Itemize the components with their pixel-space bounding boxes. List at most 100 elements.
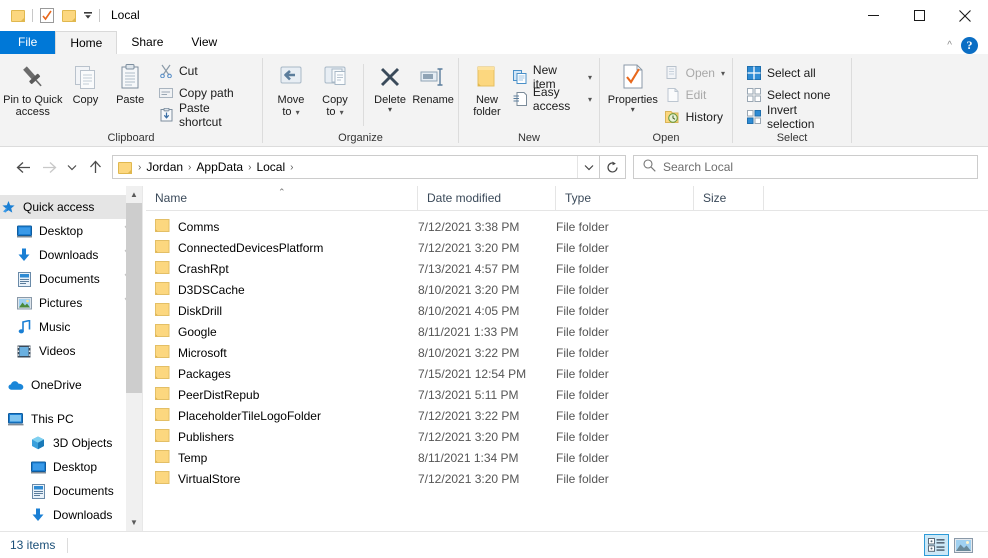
address-dropdown-icon[interactable] xyxy=(577,156,599,178)
folder-icon xyxy=(155,407,170,424)
help-icon[interactable]: ? xyxy=(961,37,978,54)
sidebar-item-music[interactable]: Music xyxy=(0,315,142,339)
close-button[interactable] xyxy=(942,0,988,31)
forward-button[interactable] xyxy=(36,154,62,180)
cell-type: File folder xyxy=(556,471,609,486)
folder-icon xyxy=(155,470,170,487)
recent-locations-button[interactable] xyxy=(62,154,82,180)
open-small-buttons: Open ▾ Edit History xyxy=(660,58,730,128)
table-row[interactable]: Packages 7/15/2021 12:54 PM File folder xyxy=(146,363,988,384)
sidebar-item-videos[interactable]: Videos xyxy=(0,339,142,363)
back-button[interactable] xyxy=(10,154,36,180)
sidebar-item-pictures[interactable]: Pictures xyxy=(0,291,142,315)
column-header-size[interactable]: Size xyxy=(694,186,764,210)
breadcrumb-separator[interactable]: › xyxy=(288,162,295,173)
chevron-down-icon[interactable]: ▾ xyxy=(588,95,592,104)
scroll-down-icon[interactable]: ▼ xyxy=(126,514,142,531)
search-icon xyxy=(643,159,656,175)
column-header-name[interactable]: Name ⌃ xyxy=(146,186,418,210)
rename-button[interactable]: Rename xyxy=(410,58,456,106)
cell-type: File folder xyxy=(556,366,609,381)
large-icons-view-button[interactable] xyxy=(951,534,976,556)
table-row[interactable]: CrashRpt 7/13/2021 4:57 PM File folder xyxy=(146,258,988,279)
new-folder-button[interactable]: New folder xyxy=(467,58,507,118)
table-row[interactable]: Comms 7/12/2021 3:38 PM File folder xyxy=(146,216,988,237)
table-row[interactable]: PlaceholderTileLogoFolder 7/12/2021 3:22 … xyxy=(146,405,988,426)
properties-button[interactable]: Properties ▾ xyxy=(606,58,660,114)
chevron-down-icon[interactable]: ▾ xyxy=(588,73,592,82)
paste-shortcut-button[interactable]: Paste shortcut xyxy=(153,101,260,129)
chevron-down-icon[interactable]: ▾ xyxy=(631,106,635,114)
folder-icon xyxy=(155,323,170,340)
select-all-button[interactable]: Select all xyxy=(741,62,849,84)
collapse-ribbon-icon[interactable]: ^ xyxy=(947,40,952,51)
cut-button[interactable]: Cut xyxy=(153,60,260,82)
tab-file[interactable]: File xyxy=(0,31,56,54)
sidebar-item-onedrive[interactable]: OneDrive xyxy=(0,373,142,397)
breadcrumb-local[interactable]: Local xyxy=(253,156,288,178)
pin-to-quick-access-button[interactable]: Pin to Quick access xyxy=(2,58,64,118)
table-row[interactable]: ConnectedDevicesPlatform 7/12/2021 3:20 P… xyxy=(146,237,988,258)
sidebar-item-desktop-pc[interactable]: Desktop xyxy=(0,455,142,479)
sidebar-item-downloads-pc[interactable]: Downloads xyxy=(0,503,142,527)
sidebar-item-3d-objects[interactable]: 3D Objects xyxy=(0,431,142,455)
move-to-button[interactable]: Move to ▾ xyxy=(269,58,313,119)
cell-type: File folder xyxy=(556,429,609,444)
table-row[interactable]: DiskDrill 8/10/2021 4:05 PM File folder xyxy=(146,300,988,321)
navigation-pane-scrollbar[interactable]: ▲ ▼ xyxy=(126,186,142,531)
breadcrumb-separator[interactable]: › xyxy=(186,162,193,173)
quick-access-toolbar xyxy=(0,0,103,31)
copy-to-button[interactable]: Copy to ▾ xyxy=(313,58,357,119)
copy-button[interactable]: Copy xyxy=(64,58,108,106)
breadcrumb-separator[interactable]: › xyxy=(246,162,253,173)
sidebar-item-quick-access[interactable]: Quick access xyxy=(0,195,142,219)
chevron-down-icon[interactable]: ▾ xyxy=(721,69,725,78)
address-bar[interactable]: › Jordan › AppData › Local › xyxy=(112,155,600,179)
sidebar-item-this-pc[interactable]: This PC xyxy=(0,407,142,431)
sidebar-item-desktop[interactable]: Desktop xyxy=(0,219,142,243)
scrollbar-thumb[interactable] xyxy=(126,203,142,393)
maximize-button[interactable] xyxy=(896,0,942,31)
chevron-down-icon[interactable]: ▾ xyxy=(388,106,392,114)
table-row[interactable]: Temp 8/11/2021 1:34 PM File folder xyxy=(146,447,988,468)
properties-icon[interactable] xyxy=(36,5,58,27)
scroll-up-icon[interactable]: ▲ xyxy=(126,186,142,203)
table-row[interactable]: PeerDistRepub 7/13/2021 5:11 PM File folde… xyxy=(146,384,988,405)
tab-home[interactable]: Home xyxy=(55,31,118,54)
minimize-button[interactable] xyxy=(850,0,896,31)
folder-icon xyxy=(155,218,170,235)
folder-icon[interactable] xyxy=(7,5,29,27)
breadcrumb-appdata[interactable]: AppData xyxy=(193,156,246,178)
music-icon xyxy=(16,319,32,335)
invert-selection-icon xyxy=(746,109,762,125)
sidebar-item-downloads[interactable]: Downloads xyxy=(0,243,142,267)
search-input[interactable]: Search Local xyxy=(663,160,733,174)
file-name-label: Google xyxy=(178,324,217,339)
tab-view[interactable]: View xyxy=(177,31,231,54)
up-button[interactable] xyxy=(82,154,108,180)
open-button[interactable]: Open ▾ xyxy=(660,62,730,84)
title-bar: Local xyxy=(0,0,988,31)
details-view-button[interactable] xyxy=(924,534,949,556)
new-folder-icon[interactable] xyxy=(58,5,80,27)
column-header-type[interactable]: Type xyxy=(556,186,694,210)
table-row[interactable]: Google 8/11/2021 1:33 PM File folder xyxy=(146,321,988,342)
refresh-button[interactable] xyxy=(600,155,626,179)
column-header-date-modified[interactable]: Date modified xyxy=(418,186,556,210)
sidebar-item-documents[interactable]: Documents xyxy=(0,267,142,291)
customize-dropdown-icon[interactable] xyxy=(80,5,96,27)
table-row[interactable]: Publishers 7/12/2021 3:20 PM File folder xyxy=(146,426,988,447)
edit-button[interactable]: Edit xyxy=(660,84,730,106)
easy-access-button[interactable]: Easy access ▾ xyxy=(507,85,597,113)
table-row[interactable]: Microsoft 8/10/2021 3:22 PM File folder xyxy=(146,342,988,363)
delete-button[interactable]: Delete ▾ xyxy=(370,58,410,114)
history-button[interactable]: History xyxy=(660,106,730,128)
search-box[interactable]: Search Local xyxy=(633,155,978,179)
paste-button[interactable]: Paste xyxy=(107,58,153,106)
breadcrumb-jordan[interactable]: Jordan xyxy=(143,156,186,178)
tab-share[interactable]: Share xyxy=(117,31,177,54)
table-row[interactable]: VirtualStore 7/12/2021 3:20 PM File folder xyxy=(146,468,988,489)
sidebar-item-documents-pc[interactable]: Documents xyxy=(0,479,142,503)
invert-selection-button[interactable]: Invert selection xyxy=(741,103,849,131)
table-row[interactable]: D3DSCache 8/10/2021 3:20 PM File folder xyxy=(146,279,988,300)
